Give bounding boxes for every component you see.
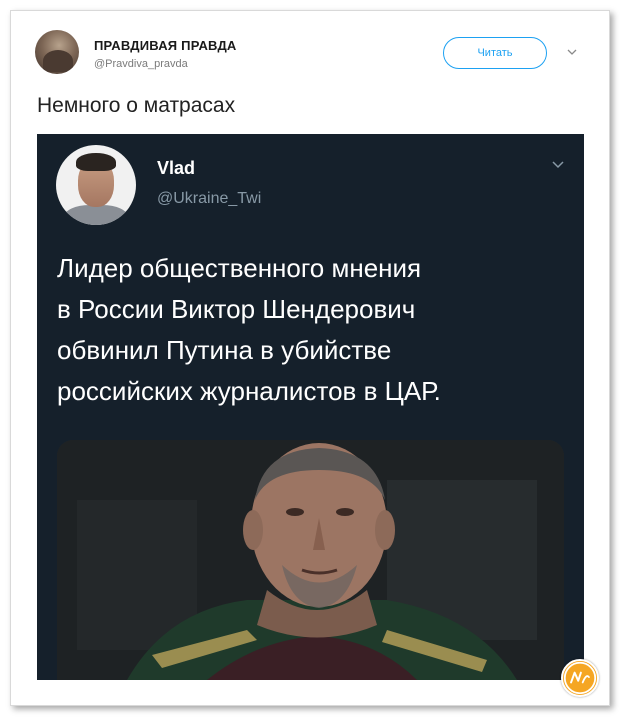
chevron-down-icon[interactable]: [567, 47, 577, 57]
quoted-photo: [57, 440, 564, 680]
quoted-text: Лидер общественного мнения в России Викт…: [57, 248, 567, 412]
watermark-logo: [561, 659, 599, 697]
quoted-handle: @Ukraine_Twi: [157, 190, 262, 207]
quoted-tweet-image[interactable]: Vlad @Ukraine_Twi Лидер общественного мн…: [37, 134, 584, 680]
quoted-text-line: Лидер общественного мнения: [57, 253, 422, 283]
follow-button[interactable]: Читать: [443, 37, 547, 69]
tweet-text: Немного о матрасах: [37, 94, 236, 117]
account-handle[interactable]: @Pravdiva_pravda: [94, 58, 188, 70]
account-avatar[interactable]: [35, 30, 79, 74]
account-name[interactable]: ПРАВДИВАЯ ПРАВДА: [94, 38, 237, 53]
quoted-text-line: обвинил Путина в убийстве: [57, 335, 392, 365]
quoted-avatar: [56, 145, 136, 225]
quoted-text-line: российских журналистов в ЦАР.: [57, 376, 441, 406]
chevron-down-icon: [552, 161, 564, 169]
quoted-text-line: в России Виктор Шендерович: [57, 294, 416, 324]
quoted-name: Vlad: [157, 158, 196, 178]
tweet-card: ПРАВДИВАЯ ПРАВДА @Pravdiva_pravda Читать…: [10, 10, 610, 706]
